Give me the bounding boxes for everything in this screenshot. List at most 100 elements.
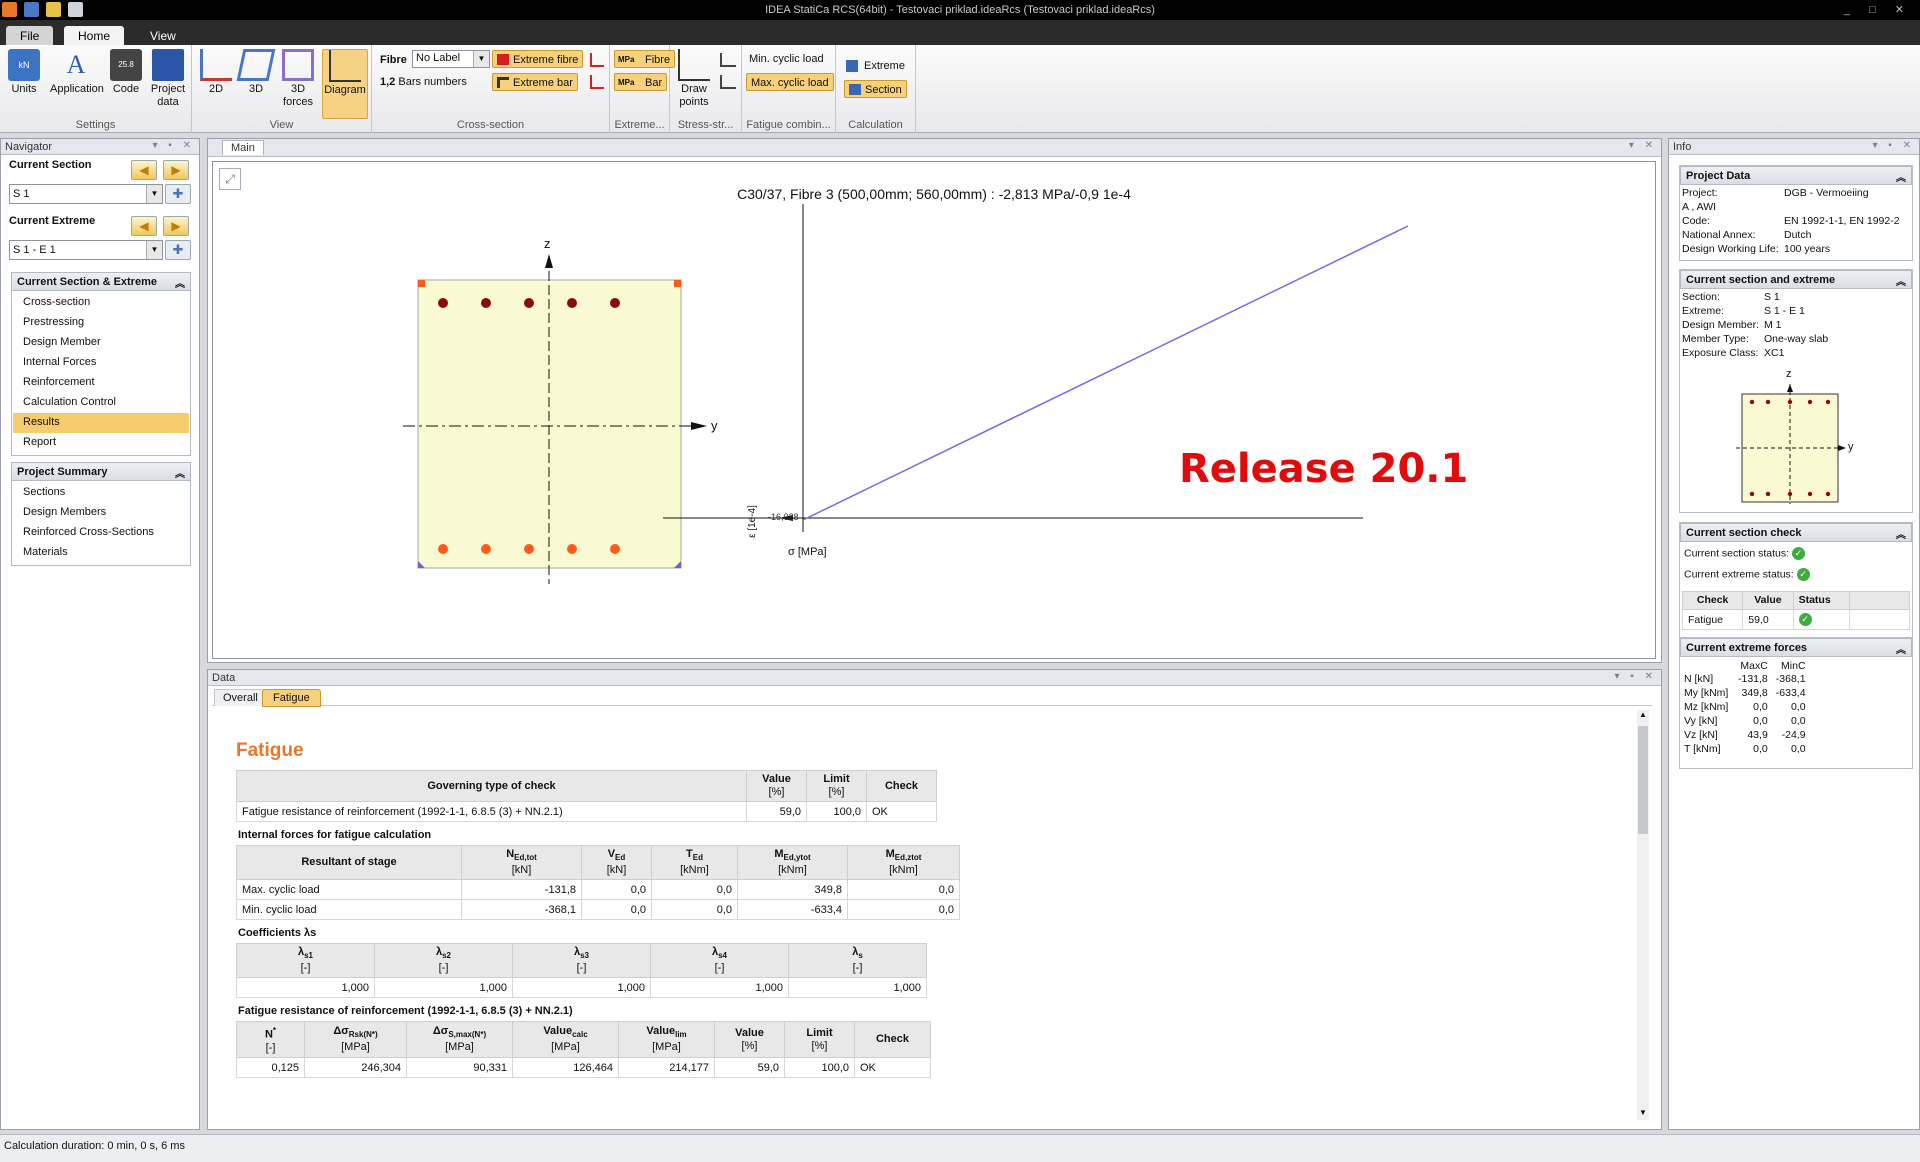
calc-extreme-button[interactable]: Extreme xyxy=(846,57,905,75)
blank-cell xyxy=(1849,609,1910,630)
nav-item-materials[interactable]: Materials xyxy=(13,543,189,563)
section-thumbnail xyxy=(1736,384,1846,504)
draw-points-icon xyxy=(678,49,710,81)
prev-extreme-button[interactable]: ◀ xyxy=(131,216,157,236)
diagram-button[interactable]: Diagram xyxy=(322,49,368,119)
stress-curve-2-icon[interactable] xyxy=(720,75,736,89)
header-subscript: s xyxy=(858,951,863,961)
panel-controls[interactable]: ▾ ▪ ✕ xyxy=(1615,671,1658,682)
nav-item-prestressing[interactable]: Prestressing xyxy=(13,313,189,333)
table-cell: 0,0 xyxy=(581,899,652,921)
view-3d-button[interactable]: 3D xyxy=(236,49,276,115)
calculator-icon xyxy=(849,84,861,95)
scroll-up-arrow-icon[interactable]: ▲ xyxy=(1637,710,1649,722)
stress-curve-1-icon[interactable] xyxy=(720,53,736,67)
group-extreme: MPa Fibre MPa Bar Extreme... xyxy=(610,45,676,133)
code-button[interactable]: 25.8 Code xyxy=(104,49,148,115)
info-value: EN 1992-1-1, EN 1992-2 xyxy=(1784,215,1900,227)
add-section-button[interactable]: ✚ xyxy=(165,184,191,204)
current-section-select[interactable]: S 1 ▼ xyxy=(9,184,163,204)
view-2d-button[interactable]: 2D xyxy=(196,49,236,115)
table-row: 1,000 1,000 1,000 1,000 1,000 xyxy=(236,977,927,999)
bar-marker-icon[interactable] xyxy=(590,75,604,89)
view-3d-forces-button[interactable]: 3D forces xyxy=(276,49,320,115)
current-section-info-header[interactable]: Current section and extreme ︽ xyxy=(1680,270,1912,289)
add-extreme-button[interactable]: ✚ xyxy=(165,240,191,260)
info-row: Extreme: S 1 - E 1 xyxy=(1682,305,1912,319)
group-header-current-section[interactable]: Current Section & Extreme ︽ xyxy=(11,272,191,291)
info-row: Project: DGB - Vermoeiing xyxy=(1682,187,1912,201)
check-status: ✓ xyxy=(1792,609,1851,630)
tab-main[interactable]: Main xyxy=(222,140,264,155)
t3-title: Coefficients λs xyxy=(238,927,317,940)
project-data-header[interactable]: Project Data ︽ xyxy=(1680,166,1912,185)
extreme-bar-mpa-button[interactable]: MPa Bar xyxy=(614,73,668,91)
table-cell: 0,0 xyxy=(847,899,960,921)
header-unit: [kN] xyxy=(606,864,627,877)
nav-item-reinforcement[interactable]: Reinforcement xyxy=(13,373,189,393)
header-unit: [kNm] xyxy=(778,864,807,877)
nav-item-reinforced-cross-sections[interactable]: Reinforced Cross-Sections xyxy=(13,523,189,543)
nav-item-sections[interactable]: Sections xyxy=(13,483,189,503)
tab-file[interactable]: File xyxy=(6,26,54,45)
extreme-fibre-button[interactable]: Extreme fibre xyxy=(492,50,584,68)
section-check-header[interactable]: Current section check ︽ xyxy=(1680,523,1912,542)
table-header-cell: Valuecalc [MPa] xyxy=(512,1021,619,1059)
panel-controls[interactable]: ▾ ▪ ✕ xyxy=(153,140,196,151)
next-section-button[interactable]: ▶ xyxy=(163,160,189,180)
header-subscript: Ed xyxy=(692,853,703,863)
min-cyclic-load-button[interactable]: Min. cyclic load xyxy=(748,50,824,68)
scrollbar-thumb[interactable] xyxy=(1638,726,1648,834)
tab-overall[interactable]: Overall xyxy=(214,689,267,706)
tab-fatigue[interactable]: Fatigue xyxy=(262,689,321,707)
table-header-cell: Limit [%] xyxy=(806,770,867,802)
table-cell: 0,125 xyxy=(236,1057,305,1079)
prev-section-button[interactable]: ◀ xyxy=(131,160,157,180)
info-panel: Info ▾ ▪ ✕ Project Data ︽ Project: DGB - Ve… xyxy=(1668,138,1920,1130)
header-subscript: Ed,ztot xyxy=(894,853,922,863)
application-button[interactable]: A Application xyxy=(50,49,104,115)
panel-controls[interactable]: ▾ ▪ ✕ xyxy=(1873,140,1916,151)
units-button[interactable]: kN Units xyxy=(2,49,46,115)
group-header-project-summary[interactable]: Project Summary ︽ xyxy=(11,462,191,481)
header-subscript: s2 xyxy=(442,951,452,961)
tab-home[interactable]: Home xyxy=(64,26,125,45)
scroll-down-arrow-icon[interactable]: ▼ xyxy=(1637,1108,1649,1120)
project-data-button[interactable]: Project data xyxy=(146,49,190,115)
header-text: N xyxy=(506,848,515,860)
fibre-marker-icon[interactable] xyxy=(590,53,604,67)
nav-item-design-members[interactable]: Design Members xyxy=(13,503,189,523)
header-subscript: Ed,tot xyxy=(514,853,537,863)
nav-item-results[interactable]: Results xyxy=(13,413,189,433)
forces-header-row: MaxC MinC xyxy=(1684,660,1810,672)
panel-controls[interactable]: ▾ ✕ xyxy=(1629,140,1657,151)
extreme-fibre-mpa-button[interactable]: MPa Fibre xyxy=(614,50,676,68)
next-extreme-button[interactable]: ▶ xyxy=(163,216,189,236)
vertical-scrollbar[interactable]: ▲ ▼ xyxy=(1637,710,1649,1120)
nav-item-report[interactable]: Report xyxy=(13,433,189,453)
force-label: Vy [kN] xyxy=(1684,715,1718,727)
table-header-cell: ΔσRsk(N*) [MPa] xyxy=(304,1021,407,1059)
table-header-row: Governing type of check Value [%] Limit [%] C… xyxy=(236,770,937,802)
header-text: Value xyxy=(646,1025,676,1038)
extreme-forces-header[interactable]: Current extreme forces ︽ xyxy=(1680,638,1912,657)
fibre-select[interactable]: No Label ▼ xyxy=(412,50,490,68)
window-controls[interactable]: _ □ ✕ xyxy=(1844,3,1912,16)
t2-title: Internal forces for fatigue calculation xyxy=(238,829,432,841)
calc-section-button[interactable]: Section xyxy=(844,80,907,98)
nav-item-internal-forces[interactable]: Internal Forces xyxy=(13,353,189,373)
nav-item-calculation-control[interactable]: Calculation Control xyxy=(13,393,189,413)
current-extreme-select[interactable]: S 1 - E 1 ▼ xyxy=(9,240,163,260)
tab-view[interactable]: View xyxy=(136,26,190,45)
nav-item-design-member[interactable]: Design Member xyxy=(13,333,189,353)
max-cyclic-load-button[interactable]: Max. cyclic load xyxy=(746,73,834,91)
nav-item-cross-section[interactable]: Cross-section xyxy=(13,293,189,313)
header-text: Limit xyxy=(806,1026,833,1039)
report-heading: Fatigue xyxy=(236,740,304,761)
bottom-rebar xyxy=(481,544,491,554)
draw-points-button[interactable]: Draw points xyxy=(674,49,714,115)
thumb-z-label: z xyxy=(1786,368,1792,380)
header-unit: [MPa] xyxy=(341,1041,370,1054)
extreme-bar-button[interactable]: Extreme bar xyxy=(492,73,578,91)
bars-numbers-toggle[interactable]: 1,2 Bars numbers xyxy=(380,73,467,91)
